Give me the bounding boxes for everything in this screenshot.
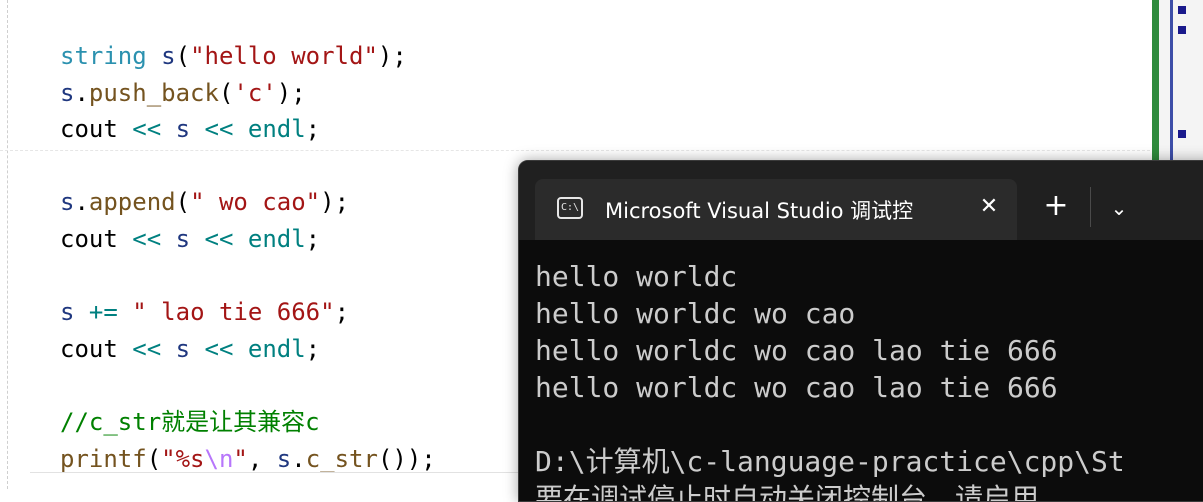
- console-icon: C:\: [557, 197, 583, 219]
- code-line[interactable]: cout << s << endl;: [60, 111, 436, 148]
- overview-marker: [1178, 26, 1186, 34]
- close-tab-button[interactable]: ✕: [975, 193, 1003, 221]
- overview-marker: [1178, 130, 1186, 138]
- overview-marker: [1178, 6, 1186, 14]
- titlebar-separator: [1090, 187, 1091, 227]
- terminal-tab[interactable]: C:\ Microsoft Visual Studio 调试控 ✕: [535, 179, 1017, 240]
- code-line[interactable]: [60, 367, 436, 404]
- debug-console-window[interactable]: C:\ Microsoft Visual Studio 调试控 ✕ + ⌄ he…: [518, 160, 1203, 502]
- function-token: push_back: [88, 78, 219, 107]
- current-line-highlight: [30, 472, 530, 473]
- output-line: hello worldc wo cao: [535, 297, 856, 330]
- scroll-thumb[interactable]: [1170, 0, 1173, 160]
- output-line: hello worldc wo cao lao tie 666: [535, 371, 1058, 404]
- indent-guide: [7, 0, 8, 489]
- chevron-down-icon[interactable]: ⌄: [1102, 191, 1136, 225]
- comment-token: //c_str就是让其兼容c: [60, 407, 320, 436]
- code-line[interactable]: [60, 148, 436, 185]
- code-line[interactable]: //c_str就是让其兼容c: [60, 404, 436, 441]
- code-line[interactable]: cout << s << endl;: [60, 221, 436, 258]
- code-line[interactable]: s += " lao tie 666";: [60, 294, 436, 331]
- code-line[interactable]: string s("hello world");: [60, 38, 436, 75]
- output-line: D:\计算机\c-language-practice\cpp\St: [535, 445, 1125, 478]
- terminal-titlebar[interactable]: C:\ Microsoft Visual Studio 调试控 ✕ + ⌄: [519, 161, 1203, 240]
- code-line[interactable]: s.append(" wo cao");: [60, 184, 436, 221]
- code-line[interactable]: [60, 258, 436, 295]
- code-line[interactable]: s.push_back('c');: [60, 75, 436, 112]
- output-line: hello worldc: [535, 260, 738, 293]
- operator-token: <<: [132, 115, 162, 144]
- char-literal: 'c': [233, 78, 277, 107]
- console-output[interactable]: hello worldc hello worldc wo cao hello w…: [535, 258, 1125, 502]
- output-line: 要在调试停止时自动关闭控制台，请启用: [535, 482, 1040, 502]
- escape-token: \n: [204, 444, 234, 473]
- code-line[interactable]: cout << s << endl;: [60, 331, 436, 368]
- change-tracking-bar: [1152, 0, 1159, 165]
- string-literal: "hello world": [190, 42, 378, 70]
- var-token: s: [161, 42, 176, 70]
- new-tab-button[interactable]: +: [1039, 191, 1073, 225]
- type-token: string: [60, 42, 147, 70]
- output-line: hello worldc wo cao lao tie 666: [535, 334, 1058, 367]
- code-area[interactable]: string s("hello world"); s.push_back('c'…: [60, 38, 436, 477]
- tab-title: Microsoft Visual Studio 调试控: [605, 199, 914, 223]
